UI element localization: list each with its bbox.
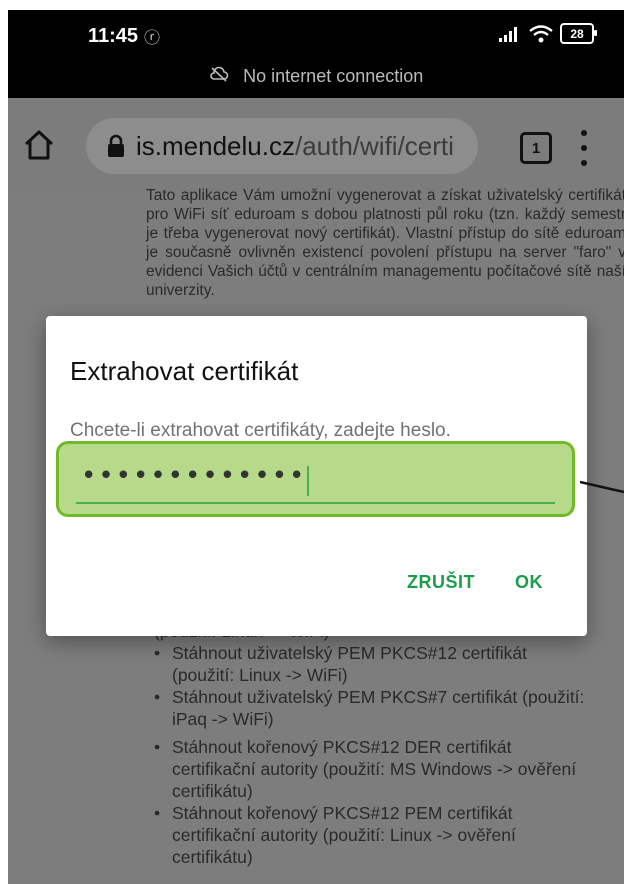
download-link-pem-pkcs7[interactable]: Stáhnout uživatelský PEM PKCS#7 certifik… bbox=[154, 686, 594, 730]
signal-icon bbox=[499, 26, 517, 42]
password-input[interactable] bbox=[81, 454, 551, 498]
url-text[interactable]: is.mendelu.cz/auth/wifi/certi bbox=[136, 131, 472, 162]
cancel-button[interactable]: ZRUŠIT bbox=[407, 572, 475, 593]
password-field-highlight bbox=[56, 441, 575, 517]
browser-toolbar: is.mendelu.cz/auth/wifi/certi 1 bbox=[8, 98, 624, 194]
download-link-root-pem[interactable]: Stáhnout kořenový PKCS#12 PEM certifikát… bbox=[154, 802, 594, 868]
status-icons: 28 bbox=[498, 23, 597, 44]
dialog-actions: ZRUŠIT OK bbox=[407, 572, 543, 593]
dialog-message: Chcete-li extrahovat certifikáty, zadejt… bbox=[70, 420, 451, 441]
url-path: /auth/wifi/certi bbox=[294, 131, 454, 161]
overflow-menu-icon[interactable] bbox=[580, 130, 588, 166]
text-cursor bbox=[307, 466, 309, 496]
ok-button[interactable]: OK bbox=[515, 572, 543, 593]
extract-certificate-dialog: Extrahovat certifikát Chcete-li extrahov… bbox=[46, 316, 587, 636]
annotation-pointer bbox=[580, 480, 624, 494]
dialog-title: Extrahovat certifikát bbox=[70, 356, 299, 386]
lock-icon bbox=[108, 134, 124, 157]
address-bar[interactable]: is.mendelu.cz/auth/wifi/certi bbox=[86, 118, 478, 174]
download-link-root-der[interactable]: Stáhnout kořenový PKCS#12 DER certifikát… bbox=[154, 736, 594, 802]
download-list: (použití: Linux -> WiFi) Stáhnout uživat… bbox=[154, 620, 594, 868]
home-icon[interactable] bbox=[22, 128, 56, 162]
input-underline bbox=[76, 502, 555, 504]
phone-screen: 11:45 ⓡ 28 No internet connection is.men… bbox=[8, 10, 624, 884]
download-link-pem-pkcs12[interactable]: Stáhnout uživatelský PEM PKCS#12 certifi… bbox=[154, 642, 594, 686]
alarm-icon: ⓡ bbox=[144, 30, 161, 47]
tab-switcher-button[interactable]: 1 bbox=[520, 132, 552, 164]
wifi-icon bbox=[529, 24, 553, 42]
intro-paragraph: Tato aplikace Vám umožní vygenerovat a z… bbox=[146, 187, 624, 299]
status-bar: 11:45 ⓡ 28 No internet connection bbox=[8, 10, 624, 98]
no-internet-banner: No internet connection bbox=[8, 66, 624, 87]
battery-icon: 28 bbox=[560, 23, 597, 44]
cloud-off-icon bbox=[209, 66, 233, 86]
clock: 11:45 bbox=[88, 25, 139, 47]
url-host: is.mendelu.cz bbox=[136, 131, 295, 161]
no-internet-text: No internet connection bbox=[243, 66, 424, 86]
